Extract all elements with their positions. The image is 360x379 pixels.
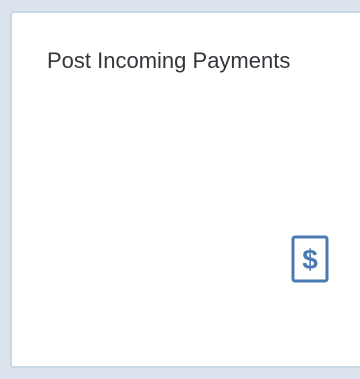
post-incoming-payments-tile[interactable]: Post Incoming Payments $ [10, 11, 360, 368]
tile-title: Post Incoming Payments [47, 48, 291, 73]
dollar-document-icon: $ [291, 235, 329, 283]
svg-text:$: $ [302, 244, 318, 275]
